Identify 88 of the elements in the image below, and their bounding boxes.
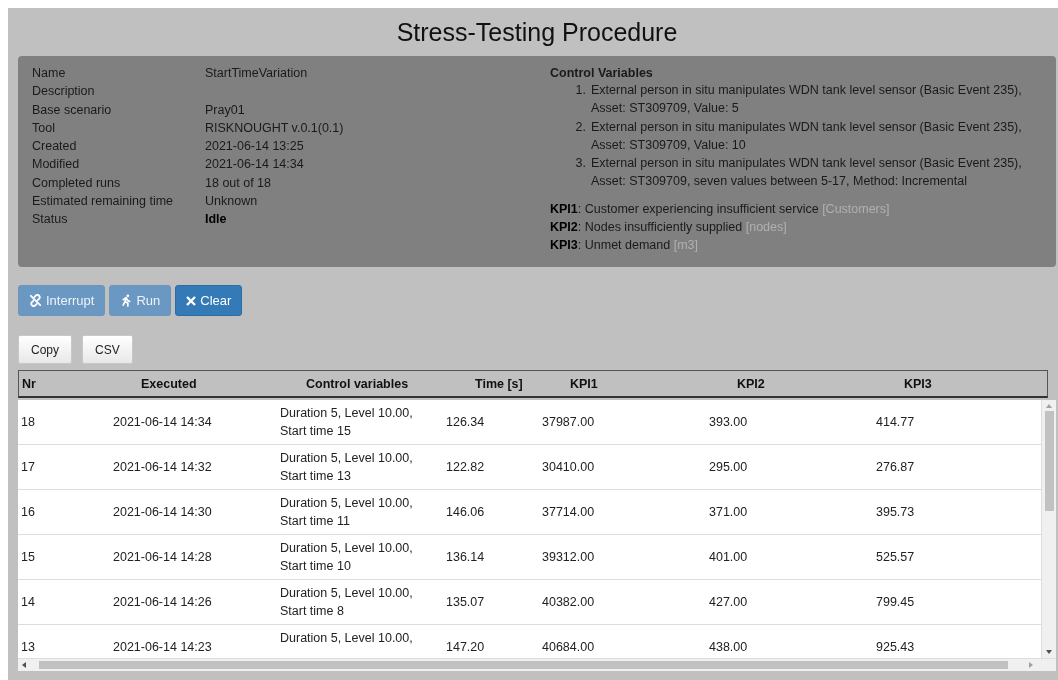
field-value: Unknown [205,194,259,211]
column-header[interactable]: Control variables [281,376,409,391]
table-cell-text: 122.82 [446,460,486,474]
export-button[interactable]: CSV [82,335,133,364]
table-cell-text: 925.43 [876,640,916,654]
table-cell-text: 2021-06-14 14:28 [113,550,213,564]
table-cell-text: Duration 5, Level 10.00, Start time 8 [280,585,414,620]
table-cell-text: 14 [20,595,36,609]
table-cell-text: 40382.00 [542,595,596,609]
table-cell-text: Duration 5, Level 10.00, Start time 11 [280,495,414,530]
control-variable-text: External person in situ manipulates WDN tank level sensor (Basic Event 235), Asset: ST309709, seven values between 5-17, Method: Incremental [591,155,1023,191]
table-cell-text: 39312.00 [542,550,596,564]
table-cell-text: 2021-06-14 14:34 [113,415,213,429]
scroll-left-icon[interactable] [21,661,27,669]
list-number: 3. [574,155,587,173]
table-cell-text: 37714.00 [542,505,596,519]
scrollbar-thumb[interactable] [1044,411,1054,511]
table-cell-text: 401.00 [709,550,749,564]
field-value: StartTimeVariation [205,66,309,82]
table-cell-text: 40684.00 [542,640,596,654]
page-title: Stress-Testing Procedure [396,18,678,47]
table-cell-text: 30410.00 [542,460,596,474]
scroll-up-icon[interactable] [1045,403,1053,409]
table-cell-text: 395.73 [876,505,916,519]
table-cell-text: 126.34 [446,415,486,429]
table-cell-text: 2021-06-14 14:23 [113,640,213,654]
table-cell-text: 2021-06-14 14:32 [113,460,213,474]
broken-link-icon [29,294,42,307]
horizontal-scrollbar[interactable] [18,658,1056,671]
field-label: Estimated remaining time [32,194,175,211]
table-cell-text: 135.07 [446,595,486,609]
vertical-scrollbar[interactable] [1041,400,1056,658]
field-label: Created [32,139,78,156]
table-cell-text: 15 [20,550,36,564]
field-label: Completed runs [32,175,122,192]
table-cell-text: 13 [20,640,36,654]
field-label: Tool [32,120,56,137]
table-cell-text: 393.00 [709,415,749,429]
field-label: Status [32,212,69,229]
column-header[interactable]: KPI2 [710,376,765,391]
field-value: Idle [205,212,228,229]
clear-button[interactable]: Clear [175,285,243,316]
list-number: 2. [574,118,587,136]
field-value: RISKNOUGHT v.0.1(0.1) [205,120,345,137]
export-button[interactable]: Copy [18,335,72,364]
table-cell-text: 276.87 [876,460,916,474]
field-value: 2021-06-14 14:34 [205,157,305,174]
table-cell-text: 2021-06-14 14:26 [113,595,213,609]
table-cell-text: Duration 5, Level 10.00, Start time 10 [280,540,414,575]
table-cell-text: 37987.00 [542,415,596,429]
table-cell-text: 16 [20,505,36,519]
control-variable-text: External person in situ manipulates WDN tank level sensor (Basic Event 235), Asset: ST309709, Value: 10 [591,118,1023,154]
field-value: 2021-06-14 13:25 [205,139,305,156]
table-cell-text: 414.77 [876,415,916,429]
field-value: Pray01 [205,102,246,119]
table-cell-text: 2021-06-14 14:30 [113,505,213,519]
table-cell-text: 371.00 [709,505,749,519]
table-cell-text: 147.20 [446,640,486,654]
scroll-down-icon[interactable] [1045,649,1053,655]
table-cell-text: 295.00 [709,460,749,474]
close-icon [186,295,197,306]
table-cell-text: 136.14 [446,550,486,564]
scrollbar-thumb[interactable] [39,661,1008,669]
column-header[interactable]: KPI1 [543,376,598,391]
table-cell-text: Duration 5, Level 10.00, Start time 13 [280,450,414,485]
table-cell-text: 799.45 [876,595,916,609]
column-header[interactable]: Executed [114,376,197,391]
running-figure-icon [120,294,133,307]
column-header[interactable]: KPI3 [877,376,932,391]
table-cell-text: 18 [20,415,36,429]
table-cell-text: 427.00 [709,595,749,609]
control-variable-text: External person in situ manipulates WDN tank level sensor (Basic Event 235), Asset: ST309709, Value: 5 [591,82,1023,118]
table-cell-text: 17 [20,460,36,474]
field-value: 18 out of 18 [205,175,273,192]
section-heading: Control Variables [550,66,654,80]
table-cell-text: 525.57 [876,550,916,564]
table-cell-text: Duration 5, Level 10.00, [280,630,414,647]
field-label: Base scenario [32,102,113,119]
table-cell-text: 146.06 [446,505,486,519]
field-label: Name [32,66,67,82]
column-header[interactable]: Nr [19,376,36,391]
scroll-right-icon[interactable] [1028,661,1034,669]
table-cell-text: 438.00 [709,640,749,654]
column-header[interactable]: Time [s] [447,376,523,391]
field-label: Modified [32,157,81,174]
table-cell-text: Duration 5, Level 10.00, Start time 15 [280,405,414,440]
list-number: 1. [574,82,587,99]
field-label: Description [32,84,96,101]
